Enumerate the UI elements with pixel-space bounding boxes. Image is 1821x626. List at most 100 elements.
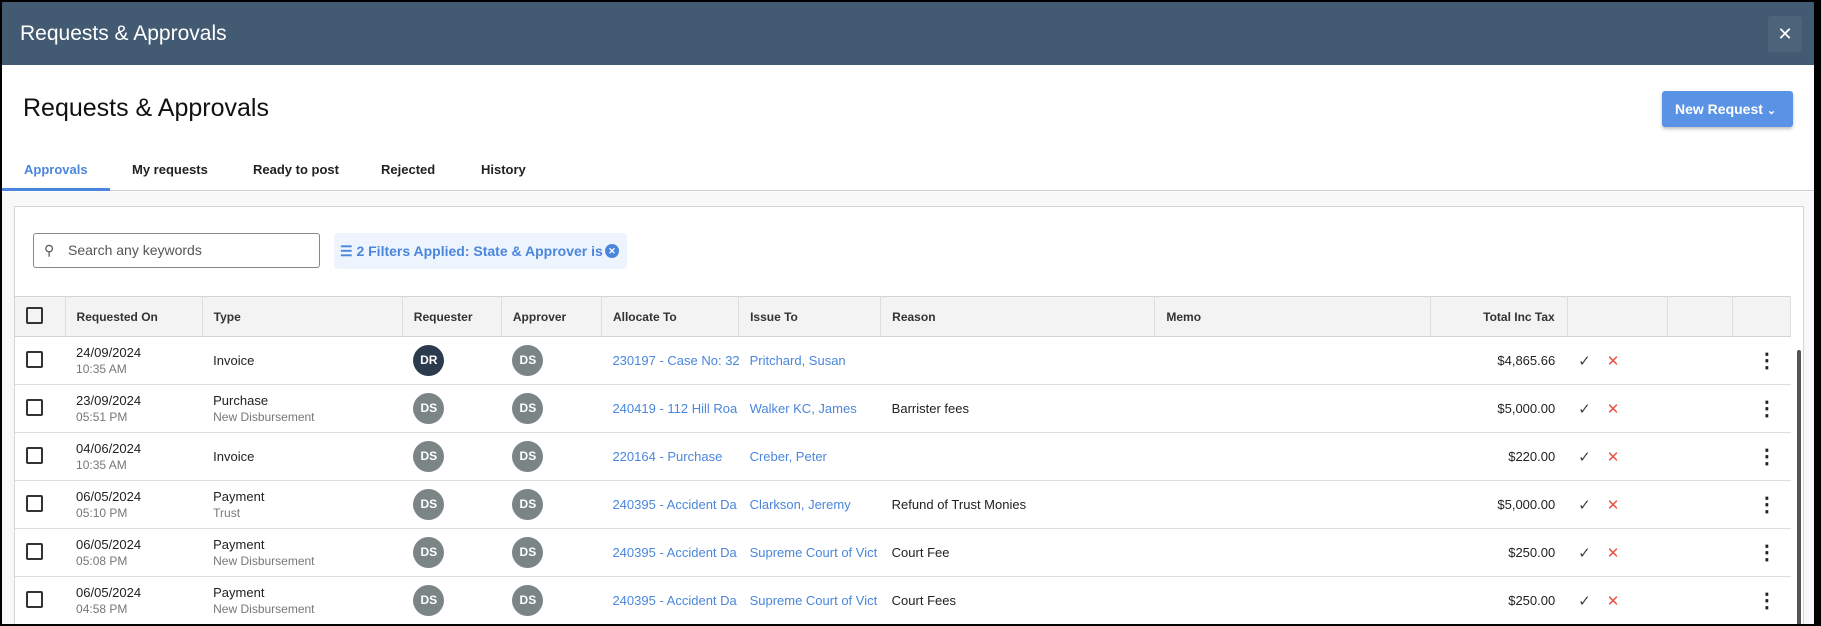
- scrollbar[interactable]: [1795, 342, 1803, 624]
- approve-check-icon[interactable]: ✓: [1578, 401, 1591, 418]
- select-all-checkbox[interactable]: [15, 296, 66, 337]
- requester: DS: [402, 432, 502, 481]
- time: 05:51 PM: [76, 410, 128, 424]
- requester: DS: [402, 576, 502, 624]
- approve-check-icon[interactable]: ✓: [1578, 497, 1591, 514]
- tab-approvals[interactable]: Approvals: [2, 162, 110, 191]
- table-row[interactable]: 23/09/2024 05:51 PM Purchase New Disbursem…: [15, 384, 1791, 433]
- approver: DS: [501, 480, 602, 529]
- row-checkbox[interactable]: [15, 432, 66, 481]
- reject-x-icon[interactable]: ✕: [1607, 353, 1620, 370]
- requested-on: 04/06/2024 10:35 AM: [65, 432, 203, 481]
- more-options-icon[interactable]: ⋮: [1732, 576, 1791, 624]
- reject-x-icon[interactable]: ✕: [1607, 497, 1620, 514]
- issue-to-link[interactable]: Creber, Peter: [738, 432, 881, 481]
- table-row[interactable]: 04/06/2024 10:35 AM Invoice DS DS 220164 …: [15, 432, 1791, 481]
- date: 04/06/2024: [76, 441, 142, 456]
- blank-cell: [1667, 528, 1733, 577]
- issue-to-link[interactable]: Supreme Court of Vict: [738, 528, 881, 577]
- col-reason[interactable]: Reason: [880, 296, 1156, 337]
- issue-to-link[interactable]: Supreme Court of Vict: [738, 576, 881, 624]
- approve-reject: ✓ ✕: [1567, 528, 1668, 577]
- reason: Refund of Trust Monies: [880, 480, 1155, 529]
- type-label: Invoice: [213, 449, 255, 464]
- blank-cell: [1667, 576, 1733, 624]
- time: 10:35 AM: [76, 458, 127, 472]
- blank-cell: [1667, 432, 1733, 481]
- table-row[interactable]: 06/05/2024 04:58 PM Payment New Disburseme…: [15, 576, 1791, 624]
- approver: DS: [501, 384, 602, 433]
- search-icon: ⚲: [44, 242, 55, 258]
- approve-check-icon[interactable]: ✓: [1578, 545, 1591, 562]
- total-inc-tax: $5,000.00: [1430, 480, 1568, 529]
- table-row[interactable]: 06/05/2024 05:10 PM Payment Trust DS DS 24…: [15, 480, 1791, 529]
- requests-approvals-window: Requests & Approvals ✕ Requests & Approv…: [2, 2, 1814, 624]
- type-label: Purchase: [213, 393, 269, 408]
- allocate-to-link[interactable]: 230197 - Case No: 32: [601, 336, 739, 385]
- tab-rejected[interactable]: Rejected: [381, 162, 435, 190]
- col-type[interactable]: Type: [202, 296, 403, 337]
- col-blank: [1667, 296, 1733, 337]
- issue-to-link[interactable]: Clarkson, Jeremy: [738, 480, 881, 529]
- time: 05:10 PM: [76, 506, 128, 520]
- requester: DS: [402, 480, 502, 529]
- approve-check-icon[interactable]: ✓: [1578, 449, 1591, 466]
- col-requester[interactable]: Requester: [402, 296, 502, 337]
- subtype: New Disbursement: [213, 554, 315, 568]
- col-issue-to[interactable]: Issue To: [738, 296, 882, 337]
- reason: Barrister fees: [880, 384, 1155, 433]
- issue-to-link[interactable]: Pritchard, Susan: [738, 336, 881, 385]
- clear-filter-icon[interactable]: ✕: [605, 244, 619, 258]
- table-row[interactable]: 24/09/2024 10:35 AM Invoice DR DS 230197 …: [15, 336, 1791, 385]
- tab-history[interactable]: History: [481, 162, 526, 190]
- more-options-icon[interactable]: ⋮: [1732, 384, 1791, 433]
- filter-chip[interactable]: ☰ 2 Filters Applied: State & Approver is…: [334, 233, 627, 269]
- requester-avatar: DS: [413, 441, 445, 472]
- requested-on: 24/09/2024 10:35 AM: [65, 336, 203, 385]
- col-approver[interactable]: Approver: [501, 296, 602, 337]
- more-options-icon[interactable]: ⋮: [1732, 528, 1791, 577]
- row-checkbox[interactable]: [15, 384, 66, 433]
- tab-ready-to-post[interactable]: Ready to post: [253, 162, 339, 190]
- requester-avatar: DS: [413, 585, 445, 616]
- col-total-inc-tax[interactable]: Total Inc Tax: [1430, 296, 1568, 337]
- allocate-to-link[interactable]: 240395 - Accident Da: [601, 480, 739, 529]
- more-options-icon[interactable]: ⋮: [1732, 480, 1791, 529]
- approve-check-icon[interactable]: ✓: [1578, 593, 1591, 610]
- more-options-icon[interactable]: ⋮: [1732, 432, 1791, 481]
- reject-x-icon[interactable]: ✕: [1607, 545, 1620, 562]
- new-request-button[interactable]: New Request ⌄: [1662, 91, 1793, 127]
- window-title: Requests & Approvals: [20, 22, 227, 45]
- row-checkbox[interactable]: [15, 336, 66, 385]
- allocate-to-link[interactable]: 240395 - Accident Da: [601, 576, 739, 624]
- table-row[interactable]: 06/05/2024 05:08 PM Payment New Disburseme…: [15, 528, 1791, 577]
- col-more: [1732, 296, 1792, 337]
- reject-x-icon[interactable]: ✕: [1607, 593, 1620, 610]
- allocate-to-link[interactable]: 240419 - 112 Hill Roa: [601, 384, 739, 433]
- allocate-to-link[interactable]: 240395 - Accident Da: [601, 528, 739, 577]
- allocate-to-link[interactable]: 220164 - Purchase: [601, 432, 739, 481]
- tab-bar: Approvals My requests Ready to post Reje…: [2, 152, 1814, 191]
- approve-check-icon[interactable]: ✓: [1578, 353, 1591, 370]
- reject-x-icon[interactable]: ✕: [1607, 401, 1620, 418]
- col-memo[interactable]: Memo: [1154, 296, 1431, 337]
- type: Invoice: [202, 336, 403, 385]
- filter-label: 2 Filters Applied: State & Approver is: [356, 243, 603, 259]
- requested-on: 06/05/2024 05:08 PM: [65, 528, 203, 577]
- approve-reject: ✓ ✕: [1567, 336, 1668, 385]
- tab-my-requests[interactable]: My requests: [132, 162, 208, 190]
- col-requested-on[interactable]: Requested On: [65, 296, 203, 337]
- col-allocate-to[interactable]: Allocate To: [601, 296, 740, 337]
- reject-x-icon[interactable]: ✕: [1607, 449, 1620, 466]
- requester-avatar: DS: [413, 537, 445, 568]
- search-input[interactable]: ⚲ Search any keywords: [33, 233, 320, 268]
- row-checkbox[interactable]: [15, 528, 66, 577]
- type: Purchase New Disbursement: [202, 384, 403, 433]
- row-checkbox[interactable]: [15, 576, 66, 624]
- close-button[interactable]: ✕: [1768, 16, 1802, 52]
- scrollbar-thumb[interactable]: [1797, 350, 1801, 624]
- approvals-table: Requested On Type Requester Approver All…: [15, 296, 1792, 624]
- more-options-icon[interactable]: ⋮: [1732, 336, 1791, 385]
- row-checkbox[interactable]: [15, 480, 66, 529]
- issue-to-link[interactable]: Walker KC, James: [738, 384, 881, 433]
